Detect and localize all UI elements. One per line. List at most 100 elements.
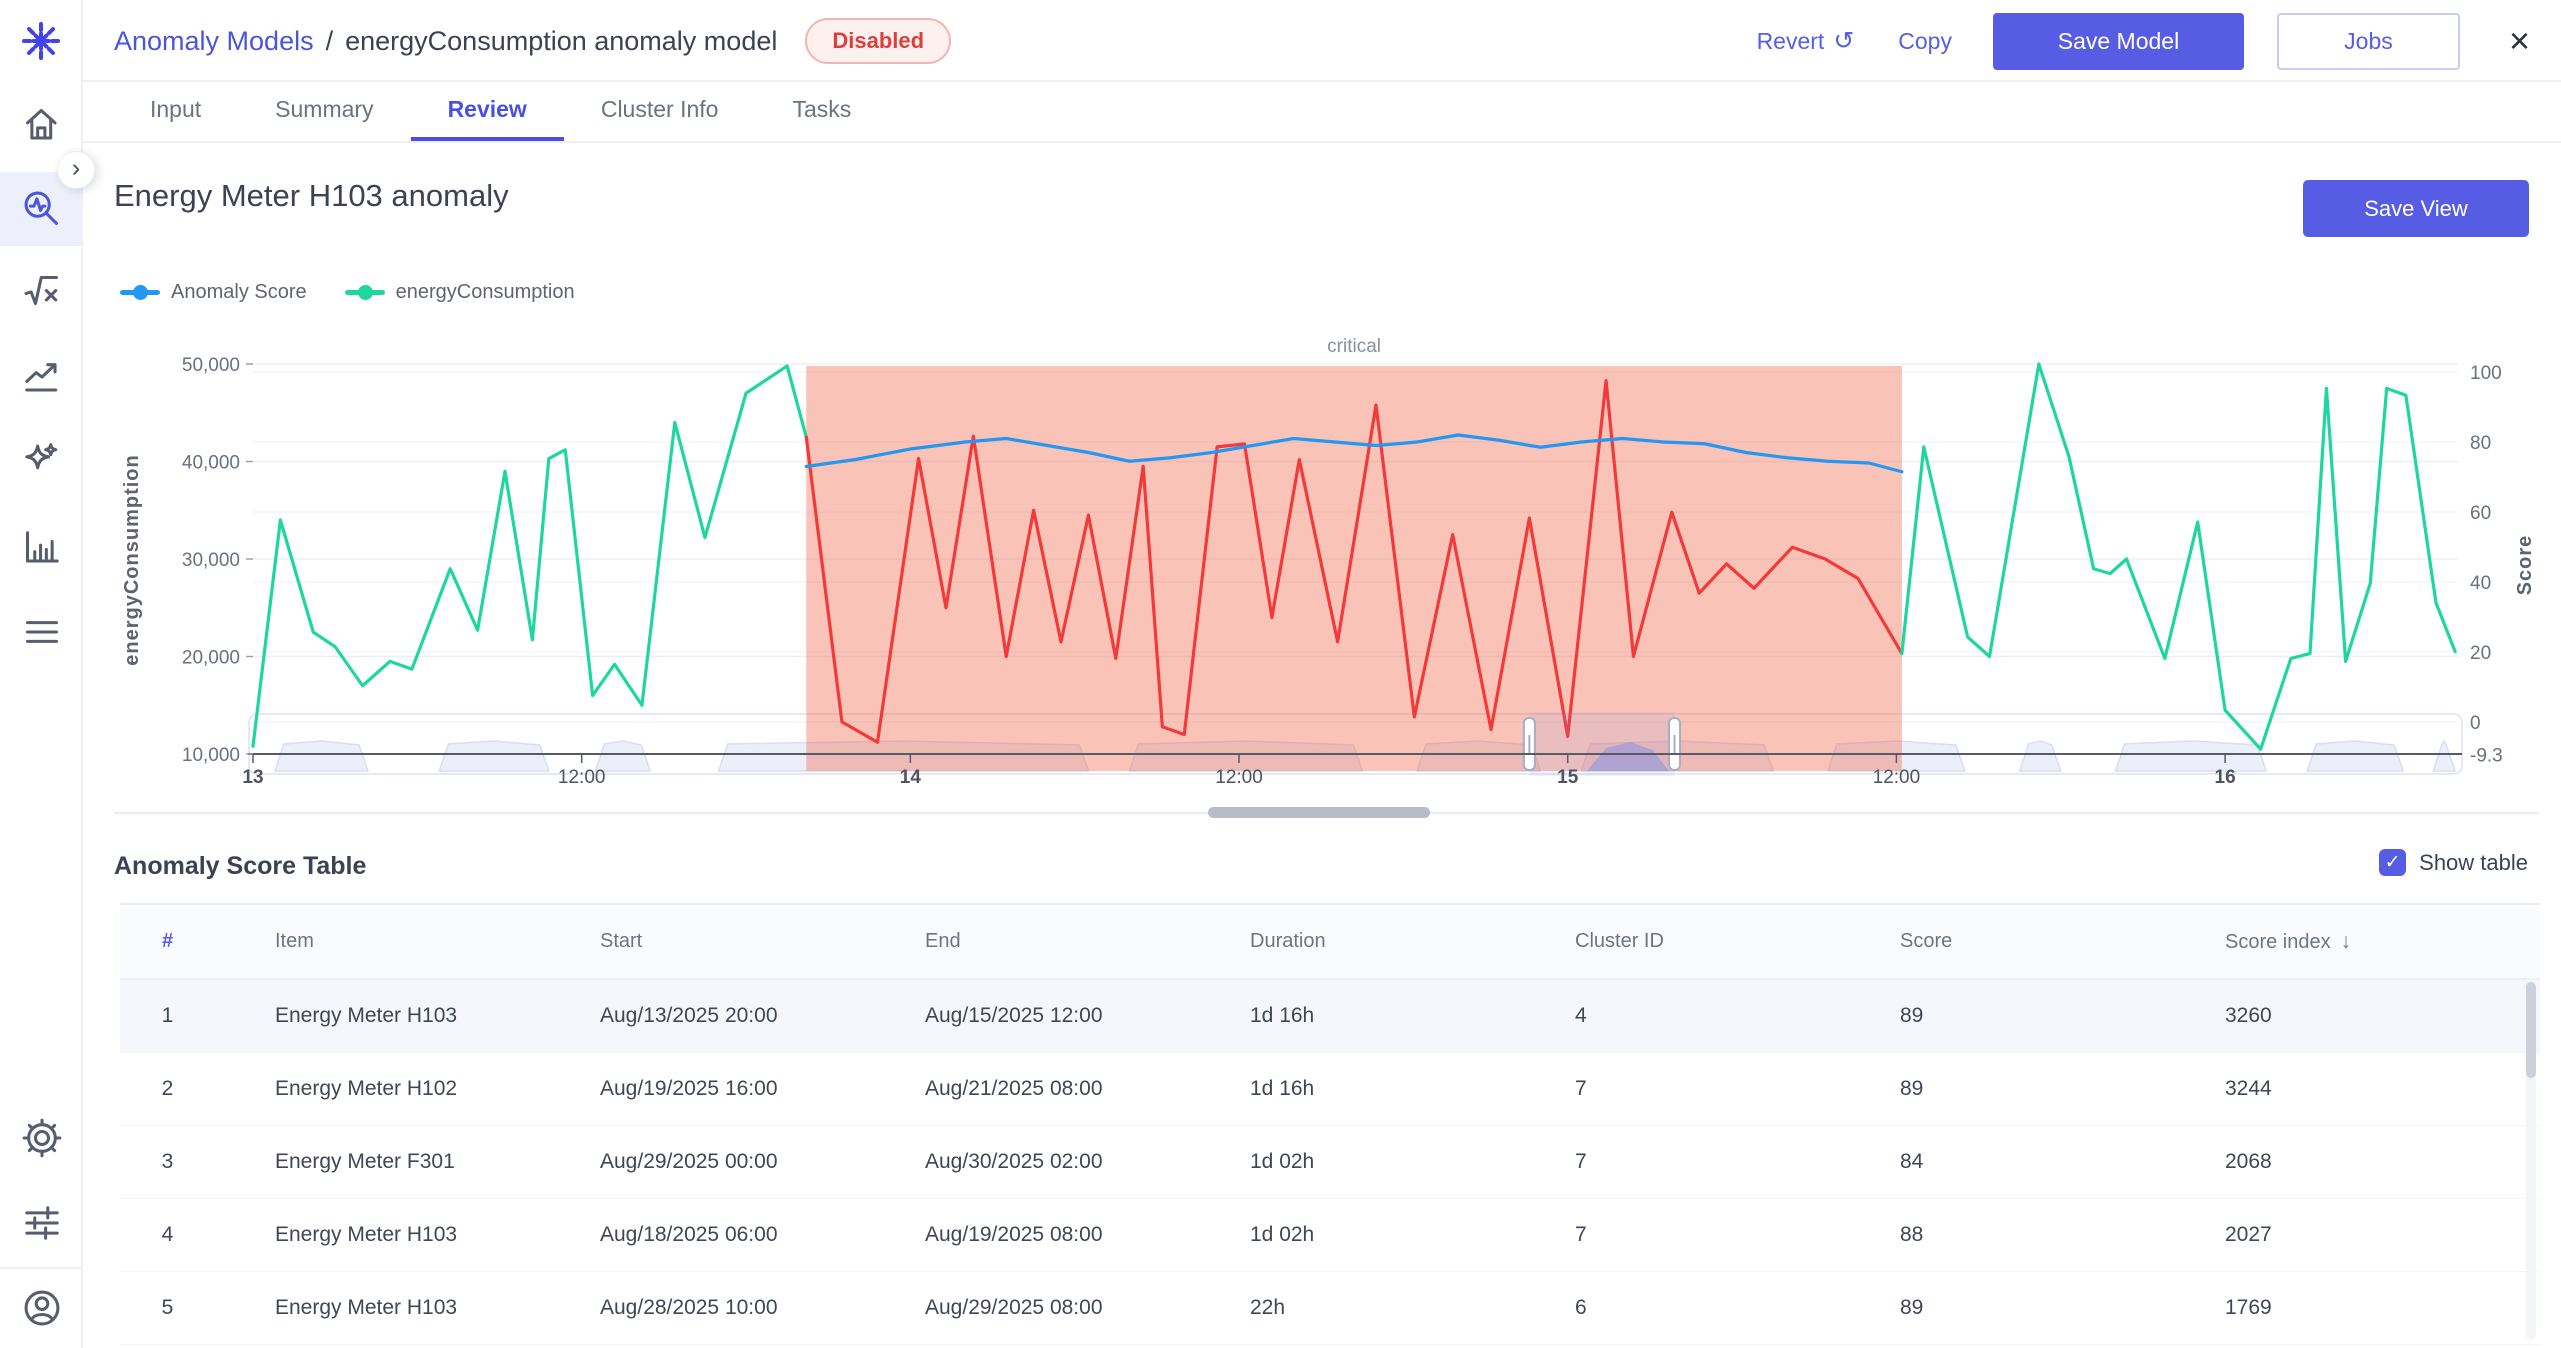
home-icon	[21, 104, 63, 146]
sidebar-expand-button[interactable]: ›	[57, 151, 95, 189]
x-axis-label[interactable]: 16	[2215, 767, 2236, 788]
cell-cluster-id: 4	[1515, 1004, 1840, 1028]
column-header-item[interactable]: Item	[215, 930, 540, 953]
chart-legend: Anomaly Score energyConsumption	[120, 281, 575, 304]
navigator-band	[2307, 741, 2403, 771]
right-axis-label: 40	[2470, 573, 2491, 594]
jobs-button[interactable]: Jobs	[2277, 13, 2460, 70]
trend-metrics-icon	[21, 356, 63, 398]
tab-cluster-info[interactable]: Cluster Info	[564, 82, 756, 141]
cell-item: Energy Meter F301	[215, 1150, 540, 1174]
tab-summary[interactable]: Summary	[238, 82, 410, 141]
legend-label: Anomaly Score	[171, 281, 307, 304]
table-row[interactable]: 1Energy Meter H103Aug/13/2025 20:00Aug/1…	[120, 980, 2540, 1053]
cell-duration: 1d 02h	[1190, 1223, 1515, 1247]
legend-label: energyConsumption	[396, 281, 575, 304]
right-axis-label: 20	[2470, 643, 2491, 664]
anomaly-score-section: Anomaly Score Table ✓ Show table #ItemSt…	[83, 835, 2561, 1348]
table-scrollbar-thumb[interactable]	[2526, 982, 2536, 1078]
sort-descending-icon[interactable]: ↓	[2341, 930, 2352, 953]
column-header-end[interactable]: End	[865, 930, 1190, 953]
bar-chart-icon	[21, 527, 63, 569]
breadcrumb: Anomaly Models / energyConsumption anoma…	[114, 0, 951, 82]
cell-start: Aug/13/2025 20:00	[540, 1004, 865, 1028]
right-axis-label: 100	[2470, 363, 2502, 384]
column-header-score[interactable]: Score	[1840, 930, 2165, 953]
settings-icon	[21, 1117, 63, 1159]
show-table-toggle[interactable]: ✓ Show table	[2379, 849, 2528, 876]
save-view-button[interactable]: Save View	[2303, 180, 2529, 237]
close-icon[interactable]: ×	[2509, 23, 2530, 59]
anomaly-score-table: #ItemStartEndDurationCluster IDScoreScor…	[120, 903, 2540, 1345]
cell-score: 89	[1840, 1004, 2165, 1028]
cell-score-index: 1769	[2165, 1296, 2540, 1320]
breadcrumb-current: energyConsumption anomaly model	[345, 26, 777, 57]
left-axis-title: energyConsumption	[121, 454, 143, 665]
left-axis-label: 40,000	[182, 453, 240, 474]
right-axis-label: 60	[2470, 503, 2491, 524]
cell-end: Aug/21/2025 08:00	[865, 1077, 1190, 1101]
cell-cluster-id: 6	[1515, 1296, 1840, 1320]
copy-button[interactable]: Copy	[1898, 28, 1952, 55]
x-axis-label[interactable]: 13	[242, 767, 263, 788]
sidebar-item-trend-metrics[interactable]	[0, 340, 83, 414]
save-model-button[interactable]: Save Model	[1993, 13, 2244, 70]
cell-score-index: 3244	[2165, 1077, 2540, 1101]
sidebar-item-nav-list[interactable]	[0, 595, 83, 669]
column-header-start[interactable]: Start	[540, 930, 865, 953]
column-header-duration[interactable]: Duration	[1190, 930, 1515, 953]
revert-label: Revert	[1757, 28, 1825, 55]
column-header-score-index[interactable]: Score index↓	[2165, 930, 2540, 954]
left-axis-label: 10,000	[182, 745, 240, 766]
sidebar-item-formula[interactable]	[0, 255, 83, 329]
show-table-label: Show table	[2419, 850, 2528, 876]
table-row[interactable]: 3Energy Meter F301Aug/29/2025 00:00Aug/3…	[120, 1126, 2540, 1199]
table-row[interactable]: 5Energy Meter H103Aug/28/2025 10:00Aug/2…	[120, 1272, 2540, 1345]
navigator-band	[2116, 741, 2267, 771]
x-axis-label[interactable]: 12:00	[1873, 767, 1921, 788]
x-axis-label[interactable]: 12:00	[558, 767, 606, 788]
sidebar-nav	[0, 0, 83, 1348]
right-axis-label: -9.3	[2470, 746, 2503, 767]
tab-input[interactable]: Input	[113, 82, 238, 141]
critical-region[interactable]	[806, 366, 1902, 771]
left-axis-label: 50,000	[182, 355, 240, 376]
x-axis-label[interactable]: 14	[900, 767, 922, 788]
tab-tasks[interactable]: Tasks	[755, 82, 888, 141]
table-header-row: #ItemStartEndDurationCluster IDScoreScor…	[120, 903, 2540, 980]
column-header-cluster-id[interactable]: Cluster ID	[1515, 930, 1840, 953]
breadcrumb-link[interactable]: Anomaly Models	[114, 26, 314, 57]
legend-energyconsumption[interactable]: energyConsumption	[345, 281, 575, 304]
legend-anomaly-score[interactable]: Anomaly Score	[120, 281, 307, 304]
right-axis-title: Score	[2514, 535, 2536, 596]
table-row[interactable]: 4Energy Meter H103Aug/18/2025 06:00Aug/1…	[120, 1199, 2540, 1272]
column-header--[interactable]: #	[120, 930, 215, 953]
cell-duration: 1d 16h	[1190, 1077, 1515, 1101]
checkbox-checked-icon[interactable]: ✓	[2379, 849, 2406, 876]
legend-marker-icon	[120, 290, 160, 295]
navigator-band	[2433, 741, 2455, 771]
revert-button[interactable]: Revert ↺	[1757, 26, 1855, 56]
chart-scrollbar-thumb[interactable]	[1208, 807, 1430, 818]
preferences-icon	[21, 1202, 63, 1244]
cell-item: Energy Meter H103	[215, 1296, 540, 1320]
cell-score-index: 2027	[2165, 1223, 2540, 1247]
tab-review[interactable]: Review	[411, 82, 564, 141]
cell-item: Energy Meter H102	[215, 1077, 540, 1101]
sidebar-item-account[interactable]	[0, 1271, 83, 1345]
nav-list-icon	[21, 611, 63, 653]
cell-end: Aug/30/2025 02:00	[865, 1150, 1190, 1174]
cell--: 5	[120, 1296, 215, 1320]
cell-score: 84	[1840, 1150, 2165, 1174]
table-row[interactable]: 2Energy Meter H102Aug/19/2025 16:00Aug/2…	[120, 1053, 2540, 1126]
anomaly-chart[interactable]: critical1312:001412:001512:001650,00040,…	[0, 330, 2561, 835]
sidebar-item-preferences[interactable]	[0, 1186, 83, 1260]
cell--: 4	[120, 1223, 215, 1247]
sidebar-item-settings[interactable]	[0, 1101, 83, 1175]
sidebar-item-bar-chart[interactable]	[0, 511, 83, 585]
cell-score: 89	[1840, 1296, 2165, 1320]
ai-sparkles-icon	[21, 441, 63, 483]
x-axis-label[interactable]: 12:00	[1215, 767, 1263, 788]
sidebar-item-ai-sparkles[interactable]	[0, 425, 83, 499]
x-axis-label[interactable]: 15	[1557, 767, 1579, 788]
